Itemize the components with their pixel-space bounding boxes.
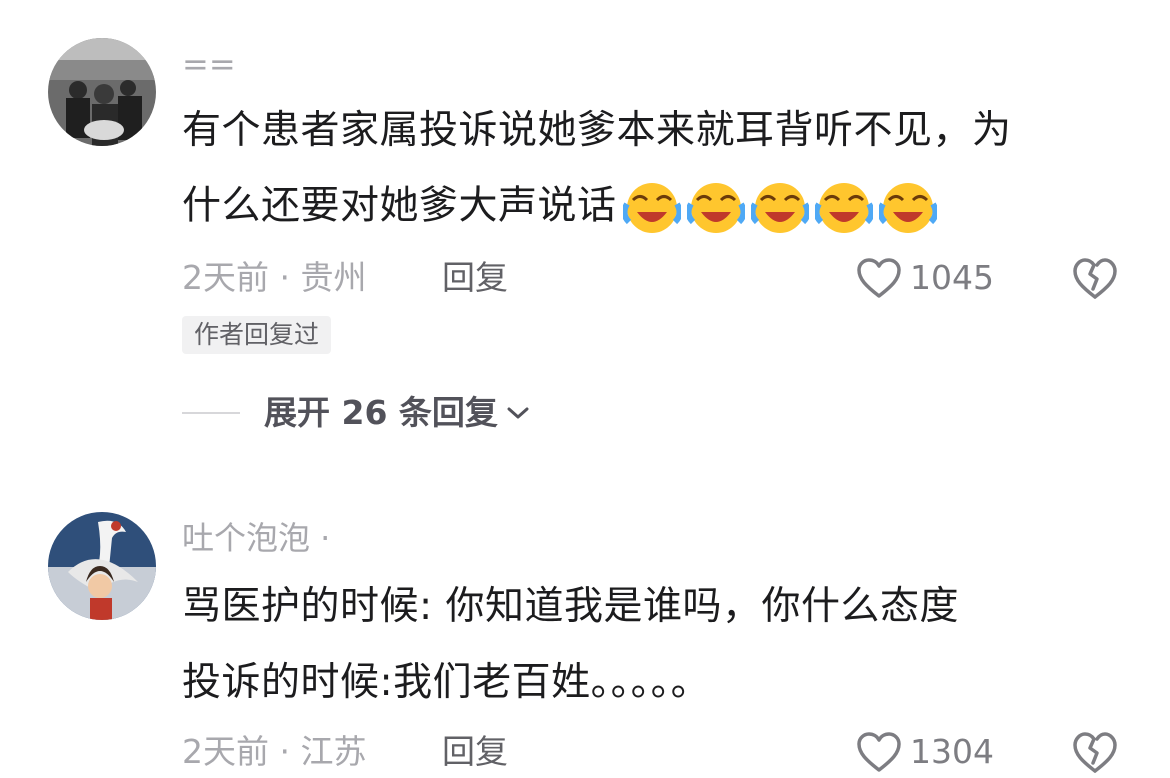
like-button[interactable]: 1045 — [856, 254, 994, 302]
username[interactable]: == — [182, 44, 236, 84]
avatar-photo — [48, 38, 156, 146]
comment-text-line: 投诉的时候:我们老百姓。。。。。 — [182, 660, 711, 705]
comment-text-line: 有个患者家属投诉说她爹本来就耳背听不见，为 — [182, 108, 1012, 153]
reply-button[interactable]: 回复 — [442, 730, 508, 774]
emoji-row — [622, 180, 943, 236]
chevron-down-icon — [507, 407, 529, 419]
dislike-button[interactable] — [1072, 256, 1118, 302]
username[interactable]: 吐个泡泡 · — [182, 518, 330, 558]
avatar-photo — [48, 512, 156, 620]
laugh-cry-emoji-icon — [686, 183, 745, 233]
avatar[interactable] — [48, 38, 156, 146]
expand-replies-label: 展开 26 条回复 — [264, 393, 498, 432]
broken-heart-icon — [1073, 732, 1117, 773]
laugh-cry-emoji-icon — [750, 183, 809, 233]
comment-text-line-2: 什么还要对她爹大声说话 — [182, 180, 943, 236]
comment-item: 吐个泡泡 · 骂医护的时候: 你知道我是谁吗，你什么态度 投诉的时候:我们老百姓… — [0, 500, 1170, 778]
like-count: 1304 — [910, 732, 994, 771]
comment-text: 什么还要对她爹大声说话 — [182, 183, 617, 229]
avatar[interactable] — [48, 512, 156, 620]
comment-text-line: 骂医护的时候: 你知道我是谁吗，你什么态度 — [182, 584, 960, 629]
expand-replies-button[interactable]: 展开 26 条回复 — [182, 388, 530, 438]
laugh-cry-emoji-icon — [878, 183, 937, 233]
comment-item: == 有个患者家属投诉说她爹本来就耳背听不见，为 什么还要对她爹大声说话 2天前… — [0, 0, 1170, 460]
author-replied-badge: 作者回复过 — [182, 316, 332, 354]
laugh-cry-emoji-icon — [814, 183, 873, 233]
reply-button[interactable]: 回复 — [442, 256, 508, 300]
comment-meta: 2天前 · 江苏 — [182, 732, 367, 771]
heart-icon — [857, 258, 901, 298]
broken-heart-icon — [1073, 258, 1117, 299]
dislike-button[interactable] — [1072, 730, 1118, 776]
like-count: 1045 — [910, 258, 994, 297]
laugh-cry-emoji-icon — [622, 183, 681, 233]
heart-icon — [857, 732, 901, 772]
comment-meta: 2天前 · 贵州 — [182, 258, 367, 297]
divider — [182, 412, 240, 414]
like-button[interactable]: 1304 — [856, 728, 994, 776]
